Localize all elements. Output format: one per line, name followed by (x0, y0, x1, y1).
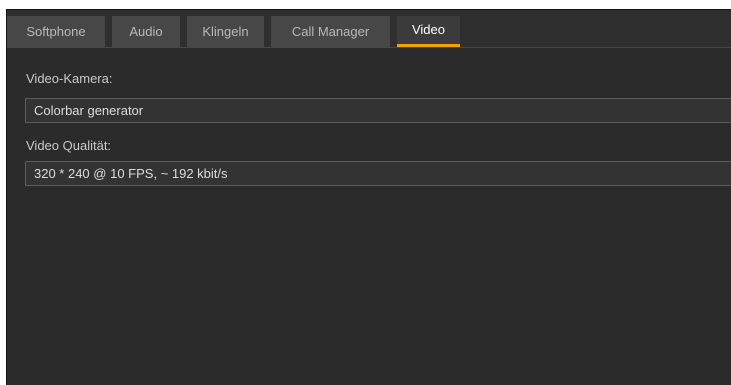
video-camera-label: Video-Kamera: (26, 71, 113, 86)
tab-klingeln[interactable]: Klingeln (187, 16, 264, 47)
tab-audio[interactable]: Audio (112, 16, 180, 47)
video-camera-select[interactable]: Colorbar generator (25, 98, 731, 123)
tab-softphone[interactable]: Softphone (7, 16, 105, 47)
tab-bar: Softphone Audio Klingeln Call Manager Vi… (7, 10, 731, 48)
tab-call-manager[interactable]: Call Manager (271, 16, 390, 47)
video-quality-select[interactable]: 320 * 240 @ 10 FPS, ~ 192 kbit/s (25, 161, 731, 186)
video-quality-label: Video Qualität: (26, 138, 112, 153)
settings-window: Softphone Audio Klingeln Call Manager Vi… (6, 9, 731, 385)
tab-video[interactable]: Video (397, 16, 460, 47)
